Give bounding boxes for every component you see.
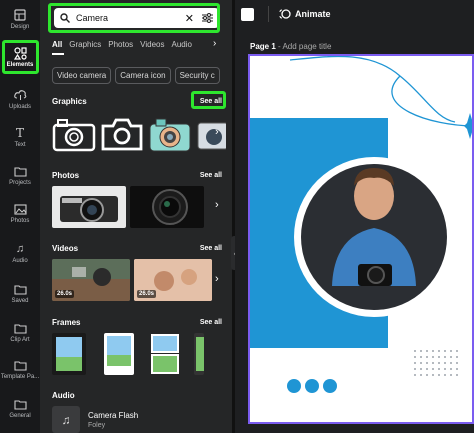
animate-icon bbox=[279, 9, 291, 19]
video-duration: 26.0s bbox=[55, 290, 75, 298]
photo-icon bbox=[13, 202, 27, 216]
music-icon: ♫ bbox=[15, 243, 25, 255]
audio-title: Audio bbox=[52, 391, 75, 400]
chip-video-camera[interactable]: Video camera bbox=[52, 67, 112, 84]
graphics-next-icon[interactable]: › bbox=[215, 126, 219, 138]
rail-item-photos[interactable]: Photos bbox=[0, 202, 40, 224]
rail-label: Elements bbox=[6, 62, 34, 68]
photos-next-icon[interactable]: › bbox=[215, 199, 219, 211]
video-duration: 26.0s bbox=[137, 290, 157, 298]
photo-thumbnail[interactable] bbox=[52, 186, 126, 228]
videos-row: 26.0s 26.0s bbox=[52, 259, 216, 301]
rail-label: Template Pa... bbox=[0, 374, 40, 380]
search-input[interactable]: Camera ✕ bbox=[54, 8, 219, 28]
color-swatch[interactable] bbox=[241, 7, 254, 21]
design-page[interactable] bbox=[248, 54, 474, 424]
page-number: Page 1 bbox=[250, 42, 276, 51]
text-icon: T bbox=[15, 126, 24, 140]
design-icon bbox=[13, 8, 27, 22]
frame-partial[interactable] bbox=[194, 333, 204, 375]
video-thumbnail[interactable]: 26.0s bbox=[52, 259, 130, 301]
editor-toolbar: Animate bbox=[235, 0, 474, 28]
tab-graphics[interactable]: Graphics bbox=[69, 40, 101, 49]
audio-track-title[interactable]: Camera Flash bbox=[88, 411, 138, 420]
folder-icon bbox=[13, 397, 27, 411]
rail-item-saved[interactable]: Saved bbox=[0, 282, 40, 304]
videos-see-all[interactable]: See all bbox=[200, 245, 222, 252]
rail-label: Clip Art bbox=[10, 337, 30, 343]
frames-title: Frames bbox=[52, 318, 81, 327]
rail-label: Design bbox=[10, 24, 30, 30]
category-tabs: All Graphics Photos Videos Audio bbox=[52, 40, 199, 49]
page-title-hint: - Add page title bbox=[275, 42, 332, 51]
page-title[interactable]: Page 1 - Add page title bbox=[250, 42, 331, 51]
search-icon bbox=[60, 13, 70, 23]
videos-title: Videos bbox=[52, 244, 79, 253]
rail-label: Text bbox=[14, 142, 26, 148]
graphic-camera-partial[interactable] bbox=[196, 115, 226, 153]
chip-camera-icon[interactable]: Camera icon bbox=[115, 67, 171, 84]
music-icon[interactable]: ♫ bbox=[52, 406, 80, 433]
frame-film-strip[interactable] bbox=[52, 333, 86, 375]
graphic-camera-icon[interactable] bbox=[100, 115, 144, 153]
photos-see-all[interactable]: See all bbox=[200, 172, 222, 179]
graphics-row bbox=[52, 115, 230, 153]
graphic-camera-outline[interactable] bbox=[52, 115, 96, 153]
rail-label: Audio bbox=[12, 258, 28, 264]
elements-icon bbox=[13, 46, 27, 60]
rail-item-uploads[interactable]: Uploads bbox=[0, 88, 40, 110]
rail-item-text[interactable]: T Text bbox=[0, 126, 40, 148]
frame-stacked[interactable] bbox=[150, 333, 180, 375]
rail-label: Saved bbox=[11, 298, 29, 304]
rail-label: Photos bbox=[10, 218, 30, 224]
frame-polaroid[interactable] bbox=[104, 333, 134, 375]
filter-icon[interactable] bbox=[202, 13, 213, 23]
tab-all[interactable]: All bbox=[52, 40, 62, 49]
rail-label: Uploads bbox=[8, 104, 31, 110]
rail-item-projects[interactable]: Projects bbox=[0, 164, 40, 186]
graphics-title: Graphics bbox=[52, 97, 87, 106]
tab-audio[interactable]: Audio bbox=[171, 40, 191, 49]
photo-thumbnail[interactable] bbox=[130, 186, 204, 228]
tab-videos[interactable]: Videos bbox=[140, 40, 164, 49]
rail-item-elements[interactable]: Elements bbox=[0, 46, 40, 68]
editor-canvas: Animate Page 1 - Add page title bbox=[235, 0, 474, 433]
suggestion-chips: Video camera Camera icon Security c bbox=[52, 67, 224, 84]
animate-button[interactable]: Animate bbox=[279, 8, 331, 20]
chip-security-camera[interactable]: Security c bbox=[174, 67, 220, 84]
rail-item-clip-art[interactable]: Clip Art bbox=[0, 321, 40, 343]
folder-icon bbox=[13, 321, 27, 335]
folder-icon bbox=[13, 282, 27, 296]
tab-photos[interactable]: Photos bbox=[108, 40, 133, 49]
folder-icon bbox=[13, 164, 27, 178]
rail-label: General bbox=[9, 413, 31, 419]
photos-title: Photos bbox=[52, 171, 80, 180]
videos-next-icon[interactable]: › bbox=[215, 273, 219, 285]
search-value: Camera bbox=[76, 13, 109, 23]
rail-item-template-pack[interactable]: Template Pa... bbox=[0, 358, 40, 380]
toolbar-divider bbox=[268, 6, 269, 22]
rail-label: Projects bbox=[9, 180, 31, 186]
rail-item-audio[interactable]: ♫ Audio bbox=[0, 242, 40, 264]
animate-label: Animate bbox=[295, 9, 331, 19]
folder-icon bbox=[13, 358, 27, 372]
graphic-teal-camera[interactable] bbox=[148, 115, 192, 153]
clear-icon[interactable]: ✕ bbox=[185, 12, 194, 25]
video-thumbnail[interactable]: 26.0s bbox=[134, 259, 212, 301]
elements-panel: Camera ✕ All Graphics Photos Videos Audi… bbox=[40, 0, 232, 433]
rail-item-general[interactable]: General bbox=[0, 397, 40, 419]
tabs-next-icon[interactable]: › bbox=[213, 38, 216, 49]
rail-item-design[interactable]: Design bbox=[0, 8, 40, 30]
frames-row bbox=[52, 333, 208, 375]
frames-see-all[interactable]: See all bbox=[200, 319, 222, 326]
graphics-see-all[interactable]: See all bbox=[200, 98, 222, 105]
audio-track-artist: Foley bbox=[88, 422, 106, 429]
photos-row bbox=[52, 186, 208, 228]
upload-icon bbox=[13, 88, 27, 102]
side-rail: Design Elements Uploads T Text Projects … bbox=[0, 0, 40, 433]
active-tab-indicator bbox=[52, 53, 64, 55]
